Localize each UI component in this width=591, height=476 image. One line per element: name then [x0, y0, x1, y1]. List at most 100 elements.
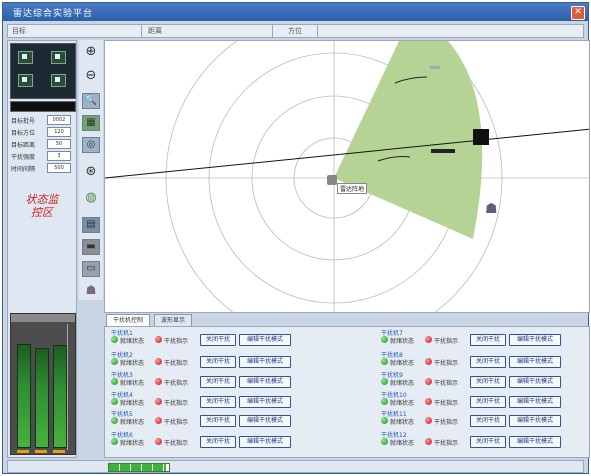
- globe-icon[interactable]: ◍: [82, 190, 100, 206]
- radar-station-icon[interactable]: [327, 175, 337, 185]
- ready-label: 就绪状态: [120, 419, 145, 426]
- edit-jam-mode-button[interactable]: 编辑干扰模式: [509, 334, 561, 346]
- jamming-led-icon: [155, 438, 162, 445]
- close-jammer-button[interactable]: 关闭干扰: [200, 396, 236, 408]
- ready-led-icon: [111, 358, 118, 365]
- stat-label: 目标批号: [11, 118, 36, 125]
- jamming-label: 干扰指示: [164, 419, 189, 426]
- stat-row: 目标方位 120: [11, 127, 74, 137]
- jammer-row: 干扰机7 就绪状态 干扰指示 关闭干扰 编辑干扰模式: [379, 329, 579, 346]
- control-button-2[interactable]: [51, 51, 66, 64]
- display-readout: [10, 101, 76, 112]
- window-title: 雷达综合实验平台: [13, 9, 94, 19]
- jamming-label: 干扰指示: [164, 380, 189, 387]
- stat-row: 目标批号 0002: [11, 115, 74, 125]
- edit-jam-mode-button[interactable]: 编辑干扰模式: [239, 436, 291, 448]
- edit-jam-mode-button[interactable]: 编辑干扰模式: [239, 396, 291, 408]
- close-jammer-button[interactable]: 关闭干扰: [470, 436, 506, 448]
- control-button-1[interactable]: [18, 51, 33, 64]
- edit-jam-mode-button[interactable]: 编辑干扰模式: [509, 396, 561, 408]
- ship-icon[interactable]: ▬: [82, 239, 100, 255]
- ready-label: 就绪状态: [120, 380, 145, 387]
- ready-label: 就绪状态: [120, 360, 145, 367]
- progress-fill: [109, 464, 166, 471]
- meter-peak-marker: [53, 450, 65, 453]
- jammer-row: 干扰机12 就绪状态 干扰指示 关闭干扰 编辑干扰模式: [379, 431, 579, 448]
- stat-field[interactable]: 3: [47, 151, 71, 161]
- radar-station-icon[interactable]: ▤: [82, 217, 100, 233]
- control-button-4[interactable]: [51, 74, 66, 87]
- ready-led-icon: [381, 438, 388, 445]
- jamming-label: 干扰指示: [164, 360, 189, 367]
- close-jammer-button[interactable]: 关闭干扰: [200, 376, 236, 388]
- title-bar[interactable]: 雷达综合实验平台 ✕: [3, 3, 588, 21]
- close-jammer-button[interactable]: 关闭干扰: [470, 376, 506, 388]
- jammer-row: 干扰机8 就绪状态 干扰指示 关闭干扰 编辑干扰模式: [379, 351, 579, 368]
- scan-sector: [334, 41, 483, 239]
- meter-peak-marker: [35, 450, 47, 453]
- jamming-label: 干扰指示: [434, 380, 459, 387]
- jamming-led-icon: [155, 378, 162, 385]
- stat-field[interactable]: 500: [47, 163, 71, 173]
- close-jammer-button[interactable]: 关闭干扰: [470, 396, 506, 408]
- control-button-3[interactable]: [18, 74, 33, 87]
- aircraft-icon[interactable]: ▭: [82, 261, 100, 277]
- ready-label: 就绪状态: [120, 400, 145, 407]
- close-jammer-button[interactable]: 关闭干扰: [200, 415, 236, 427]
- map-icon[interactable]: ▦: [82, 115, 100, 131]
- ready-label: 就绪状态: [390, 400, 415, 407]
- aircraft-target-icon[interactable]: ☗: [485, 201, 505, 217]
- divider: [272, 25, 273, 37]
- zoom-out-icon[interactable]: ⊖: [82, 68, 100, 84]
- close-jammer-button[interactable]: 关闭干扰: [470, 415, 506, 427]
- stat-label: 时间间隔: [11, 166, 36, 173]
- display-icon[interactable]: ◎: [82, 137, 100, 153]
- stat-field[interactable]: 0002: [47, 115, 71, 125]
- jamming-label: 干扰指示: [434, 360, 459, 367]
- jamming-label: 干扰指示: [434, 400, 459, 407]
- jammer-row: 干扰机10 就绪状态 干扰指示 关闭干扰 编辑干扰模式: [379, 391, 579, 408]
- edit-jam-mode-button[interactable]: 编辑干扰模式: [239, 356, 291, 368]
- jamming-led-icon: [425, 358, 432, 365]
- radar-scope: [105, 41, 589, 312]
- progress-bar: [108, 463, 170, 472]
- ready-led-icon: [111, 417, 118, 424]
- close-jammer-button[interactable]: 关闭干扰: [200, 436, 236, 448]
- ready-led-icon: [381, 336, 388, 343]
- radar-station-label: 雷达阵地: [337, 183, 368, 194]
- jammer-row: 干扰机3 就绪状态 干扰指示 关闭干扰 编辑干扰模式: [109, 371, 309, 388]
- edit-jam-mode-button[interactable]: 编辑干扰模式: [239, 376, 291, 388]
- edit-jam-mode-button[interactable]: 编辑干扰模式: [509, 415, 561, 427]
- jamming-label: 干扰指示: [434, 440, 459, 447]
- ready-led-icon: [111, 438, 118, 445]
- antenna-icon[interactable]: ☗: [82, 282, 100, 298]
- target-marker[interactable]: [473, 129, 489, 145]
- magnify-icon[interactable]: 🔍: [82, 93, 100, 109]
- jamming-led-icon: [425, 378, 432, 385]
- control-button-grid: [10, 43, 76, 99]
- zoom-in-icon[interactable]: ⊕: [82, 44, 100, 60]
- edit-jam-mode-button[interactable]: 编辑干扰模式: [239, 415, 291, 427]
- stat-label: 目标距离: [11, 142, 36, 149]
- jamming-label: 干扰指示: [164, 400, 189, 407]
- jamming-label: 干扰指示: [434, 419, 459, 426]
- close-jammer-button[interactable]: 关闭干扰: [470, 334, 506, 346]
- close-jammer-button[interactable]: 关闭干扰: [200, 356, 236, 368]
- jammer-row: 干扰机5 就绪状态 干扰指示 关闭干扰 编辑干扰模式: [109, 410, 309, 427]
- close-jammer-button[interactable]: 关闭干扰: [200, 334, 236, 346]
- stat-field[interactable]: 50: [47, 139, 71, 149]
- close-jammer-button[interactable]: 关闭干扰: [470, 356, 506, 368]
- edit-jam-mode-button[interactable]: 编辑干扰模式: [509, 436, 561, 448]
- target-icon[interactable]: ⊛: [82, 164, 100, 180]
- edit-jam-mode-button[interactable]: 编辑干扰模式: [509, 376, 561, 388]
- edit-jam-mode-button[interactable]: 编辑干扰模式: [239, 334, 291, 346]
- stat-row: 时间间隔 500: [11, 163, 74, 173]
- status-monitor-text: 状态监控区: [25, 193, 59, 219]
- close-icon[interactable]: ✕: [571, 6, 585, 20]
- column-target: 目标: [12, 27, 26, 35]
- stat-field[interactable]: 120: [47, 127, 71, 137]
- jamming-led-icon: [425, 417, 432, 424]
- ready-led-icon: [381, 358, 388, 365]
- radar-display[interactable]: 雷达阵地 ☗: [104, 40, 590, 313]
- edit-jam-mode-button[interactable]: 编辑干扰模式: [509, 356, 561, 368]
